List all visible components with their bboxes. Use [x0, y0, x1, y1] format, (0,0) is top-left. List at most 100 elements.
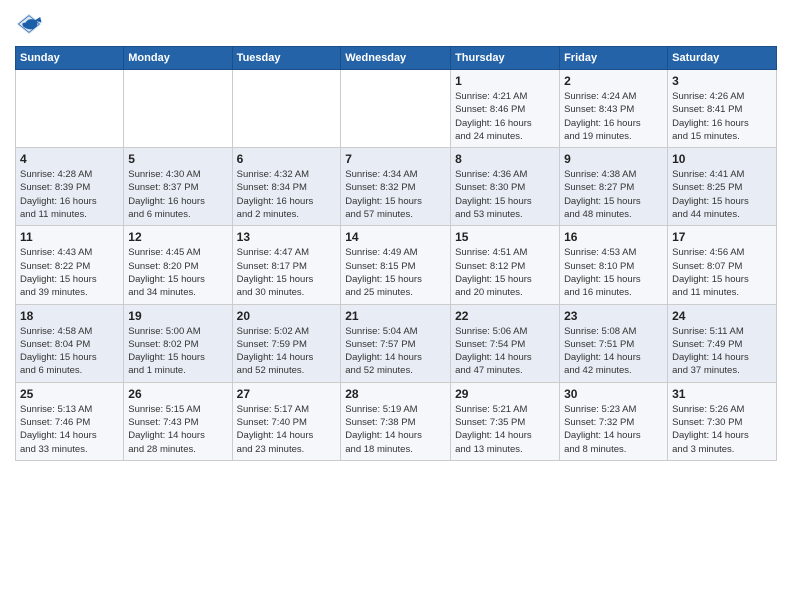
col-header-sunday: Sunday — [16, 47, 124, 70]
day-number: 4 — [20, 152, 119, 166]
calendar-cell: 5Sunrise: 4:30 AM Sunset: 8:37 PM Daylig… — [124, 148, 232, 226]
day-info: Sunrise: 5:26 AM Sunset: 7:30 PM Dayligh… — [672, 403, 772, 456]
day-info: Sunrise: 5:21 AM Sunset: 7:35 PM Dayligh… — [455, 403, 555, 456]
col-header-thursday: Thursday — [451, 47, 560, 70]
calendar-cell: 15Sunrise: 4:51 AM Sunset: 8:12 PM Dayli… — [451, 226, 560, 304]
day-info: Sunrise: 4:41 AM Sunset: 8:25 PM Dayligh… — [672, 168, 772, 221]
calendar-cell: 16 Sunrise: 4:53 AM Sunset: 8:10 PM Dayli… — [560, 226, 668, 304]
day-info: Sunrise: 5:17 AM Sunset: 7:40 PM Dayligh… — [237, 403, 337, 456]
calendar-week-3: 11 Sunrise: 4:43 AM Sunset: 8:22 PM Dayli… — [16, 226, 777, 304]
day-info: Sunrise: 5:19 AM Sunset: 7:38 PM Dayligh… — [345, 403, 446, 456]
calendar-cell: 11 Sunrise: 4:43 AM Sunset: 8:22 PM Dayli… — [16, 226, 124, 304]
day-number: 16 — [564, 230, 663, 244]
day-number: 9 — [564, 152, 663, 166]
day-info: Sunrise: 5:02 AM Sunset: 7:59 PM Dayligh… — [237, 325, 337, 378]
calendar-cell: 23Sunrise: 5:08 AM Sunset: 7:51 PM Dayli… — [560, 304, 668, 382]
calendar-week-1: 1 Sunrise: 4:21 AM Sunset: 8:46 PM Daylig… — [16, 70, 777, 148]
day-number: 14 — [345, 230, 446, 244]
day-info: Sunrise: 4:28 AM Sunset: 8:39 PM Dayligh… — [20, 168, 119, 221]
day-info: Sunrise: 4:34 AM Sunset: 8:32 PM Dayligh… — [345, 168, 446, 221]
calendar-cell: 9Sunrise: 4:38 AM Sunset: 8:27 PM Daylig… — [560, 148, 668, 226]
day-info: Sunrise: 4:58 AM Sunset: 8:04 PM Dayligh… — [20, 325, 119, 378]
day-number: 12 — [128, 230, 227, 244]
calendar-cell: 29 Sunrise: 5:21 AM Sunset: 7:35 PM Dayli… — [451, 382, 560, 460]
calendar-cell — [341, 70, 451, 148]
day-info: Sunrise: 5:13 AM Sunset: 7:46 PM Dayligh… — [20, 403, 119, 456]
day-number: 2 — [564, 74, 663, 88]
calendar-cell: 1 Sunrise: 4:21 AM Sunset: 8:46 PM Daylig… — [451, 70, 560, 148]
day-number: 24 — [672, 309, 772, 323]
page-container: SundayMondayTuesdayWednesdayThursdayFrid… — [0, 0, 792, 471]
logo-icon — [15, 10, 43, 38]
calendar-cell: 19 Sunrise: 5:00 AM Sunset: 8:02 PM Dayli… — [124, 304, 232, 382]
day-info: Sunrise: 5:06 AM Sunset: 7:54 PM Dayligh… — [455, 325, 555, 378]
day-number: 22 — [455, 309, 555, 323]
calendar-cell: 13 Sunrise: 4:47 AM Sunset: 8:17 PM Dayli… — [232, 226, 341, 304]
day-number: 6 — [237, 152, 337, 166]
calendar-cell: 3 Sunrise: 4:26 AM Sunset: 8:41 PM Daylig… — [668, 70, 777, 148]
calendar-cell: 20 Sunrise: 5:02 AM Sunset: 7:59 PM Dayli… — [232, 304, 341, 382]
day-number: 3 — [672, 74, 772, 88]
day-info: Sunrise: 4:21 AM Sunset: 8:46 PM Dayligh… — [455, 90, 555, 143]
day-info: Sunrise: 4:45 AM Sunset: 8:20 PM Dayligh… — [128, 246, 227, 299]
calendar-cell — [232, 70, 341, 148]
day-number: 11 — [20, 230, 119, 244]
col-header-monday: Monday — [124, 47, 232, 70]
calendar-week-5: 25 Sunrise: 5:13 AM Sunset: 7:46 PM Dayli… — [16, 382, 777, 460]
calendar-cell: 22 Sunrise: 5:06 AM Sunset: 7:54 PM Dayli… — [451, 304, 560, 382]
calendar-table: SundayMondayTuesdayWednesdayThursdayFrid… — [15, 46, 777, 461]
day-info: Sunrise: 4:47 AM Sunset: 8:17 PM Dayligh… — [237, 246, 337, 299]
day-info: Sunrise: 5:11 AM Sunset: 7:49 PM Dayligh… — [672, 325, 772, 378]
day-number: 26 — [128, 387, 227, 401]
calendar-cell: 24 Sunrise: 5:11 AM Sunset: 7:49 PM Dayli… — [668, 304, 777, 382]
calendar-cell: 2 Sunrise: 4:24 AM Sunset: 8:43 PM Daylig… — [560, 70, 668, 148]
calendar-cell: 28Sunrise: 5:19 AM Sunset: 7:38 PM Dayli… — [341, 382, 451, 460]
day-info: Sunrise: 4:53 AM Sunset: 8:10 PM Dayligh… — [564, 246, 663, 299]
day-number: 31 — [672, 387, 772, 401]
day-number: 13 — [237, 230, 337, 244]
calendar-cell: 14 Sunrise: 4:49 AM Sunset: 8:15 PM Dayli… — [341, 226, 451, 304]
day-number: 21 — [345, 309, 446, 323]
day-info: Sunrise: 4:30 AM Sunset: 8:37 PM Dayligh… — [128, 168, 227, 221]
calendar-cell: 12 Sunrise: 4:45 AM Sunset: 8:20 PM Dayli… — [124, 226, 232, 304]
day-info: Sunrise: 4:26 AM Sunset: 8:41 PM Dayligh… — [672, 90, 772, 143]
day-number: 27 — [237, 387, 337, 401]
calendar-cell: 18 Sunrise: 4:58 AM Sunset: 8:04 PM Dayli… — [16, 304, 124, 382]
header — [15, 10, 777, 38]
day-number: 25 — [20, 387, 119, 401]
col-header-friday: Friday — [560, 47, 668, 70]
day-info: Sunrise: 5:04 AM Sunset: 7:57 PM Dayligh… — [345, 325, 446, 378]
col-header-wednesday: Wednesday — [341, 47, 451, 70]
day-info: Sunrise: 4:56 AM Sunset: 8:07 PM Dayligh… — [672, 246, 772, 299]
calendar-cell: 31 Sunrise: 5:26 AM Sunset: 7:30 PM Dayli… — [668, 382, 777, 460]
day-number: 19 — [128, 309, 227, 323]
day-number: 23 — [564, 309, 663, 323]
day-info: Sunrise: 4:24 AM Sunset: 8:43 PM Dayligh… — [564, 90, 663, 143]
day-info: Sunrise: 4:49 AM Sunset: 8:15 PM Dayligh… — [345, 246, 446, 299]
day-number: 18 — [20, 309, 119, 323]
calendar-cell: 4 Sunrise: 4:28 AM Sunset: 8:39 PM Daylig… — [16, 148, 124, 226]
calendar-cell: 8 Sunrise: 4:36 AM Sunset: 8:30 PM Daylig… — [451, 148, 560, 226]
day-number: 29 — [455, 387, 555, 401]
day-info: Sunrise: 4:43 AM Sunset: 8:22 PM Dayligh… — [20, 246, 119, 299]
calendar-cell: 17 Sunrise: 4:56 AM Sunset: 8:07 PM Dayli… — [668, 226, 777, 304]
calendar-cell: 30Sunrise: 5:23 AM Sunset: 7:32 PM Dayli… — [560, 382, 668, 460]
day-number: 1 — [455, 74, 555, 88]
day-number: 15 — [455, 230, 555, 244]
day-number: 8 — [455, 152, 555, 166]
calendar-cell: 21 Sunrise: 5:04 AM Sunset: 7:57 PM Dayli… — [341, 304, 451, 382]
calendar-cell: 25 Sunrise: 5:13 AM Sunset: 7:46 PM Dayli… — [16, 382, 124, 460]
calendar-cell: 26Sunrise: 5:15 AM Sunset: 7:43 PM Dayli… — [124, 382, 232, 460]
col-header-tuesday: Tuesday — [232, 47, 341, 70]
calendar-cell: 7Sunrise: 4:34 AM Sunset: 8:32 PM Daylig… — [341, 148, 451, 226]
calendar-week-2: 4 Sunrise: 4:28 AM Sunset: 8:39 PM Daylig… — [16, 148, 777, 226]
calendar-week-4: 18 Sunrise: 4:58 AM Sunset: 8:04 PM Dayli… — [16, 304, 777, 382]
calendar-cell — [16, 70, 124, 148]
day-number: 17 — [672, 230, 772, 244]
day-info: Sunrise: 4:36 AM Sunset: 8:30 PM Dayligh… — [455, 168, 555, 221]
day-number: 20 — [237, 309, 337, 323]
day-info: Sunrise: 5:00 AM Sunset: 8:02 PM Dayligh… — [128, 325, 227, 378]
calendar-cell: 10Sunrise: 4:41 AM Sunset: 8:25 PM Dayli… — [668, 148, 777, 226]
calendar-header-row: SundayMondayTuesdayWednesdayThursdayFrid… — [16, 47, 777, 70]
calendar-cell: 27 Sunrise: 5:17 AM Sunset: 7:40 PM Dayli… — [232, 382, 341, 460]
